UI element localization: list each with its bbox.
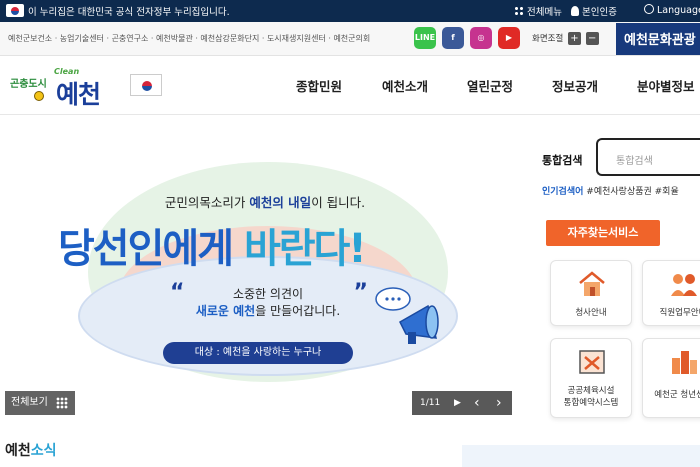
site-header: 곤충도시 Clean 예천 종합민원 예천소개 열린군정 정보공개 분야별정보	[0, 57, 700, 115]
related-sites-links[interactable]: 예천군보건소 · 농업기술센터 · 곤충연구소 · 예천박물관 · 예천삼강문화…	[8, 33, 370, 44]
quote-close-mark: ”	[353, 280, 368, 305]
pager-count: 1/11	[420, 398, 441, 408]
language-link[interactable]: Language	[644, 4, 700, 16]
service-building-info[interactable]: 청사안내	[550, 260, 632, 326]
quote-line-1: 소중한 의견이	[232, 287, 304, 301]
nav-open-gov[interactable]: 열린군정	[467, 76, 513, 95]
instagram-icon[interactable]: ◎	[470, 27, 492, 49]
grid-icon	[514, 6, 524, 16]
auth-link[interactable]: 본인인증	[571, 4, 617, 18]
gov-banner-text: 이 누리집은 대한민국 공식 전자정부 누리집입니다.	[28, 7, 230, 18]
building-icon	[579, 271, 605, 296]
globe-icon	[644, 4, 654, 14]
banner-target-pill: 대상 : 예천을 사랑하는 누구나	[163, 342, 353, 364]
next-button[interactable]: ›	[496, 391, 502, 415]
news-section-title: 예천소식	[5, 443, 57, 459]
line-icon[interactable]: LINE	[414, 27, 436, 49]
megaphone-icon	[375, 287, 439, 344]
banner-subtitle: 군민의목소리가 예천의 내일이 됩니다.	[164, 195, 366, 210]
service-youth-center[interactable]: 예천군 청년센터	[642, 338, 700, 418]
zoom-in-button[interactable]: +	[567, 32, 581, 45]
favorite-services-title: 자주찾는서비스	[546, 220, 660, 246]
youtube-icon[interactable]: ▶	[498, 27, 520, 49]
banner-quote: “ ” 소중한 의견이 새로운 예천을 만들어갑니다.	[168, 280, 368, 320]
main-banner[interactable]: 군민의목소리가 예천의 내일이 됩니다. 당선인에게 바란다! “ ” 소중한 …	[0, 116, 530, 421]
facebook-icon[interactable]: f	[442, 27, 464, 49]
quote-open-mark: “	[170, 280, 185, 305]
related-sites-bar: 예천군보건소 · 농업기술센터 · 곤충연구소 · 예천박물관 · 예천삼강문화…	[0, 22, 700, 56]
bee-icon	[34, 91, 44, 101]
nav-field-info[interactable]: 분야별정보	[637, 76, 695, 95]
quote-line-2: 새로운 예천을 만들어갑니다.	[195, 304, 341, 318]
culture-tourism-link[interactable]: 예천문화관광	[616, 23, 700, 55]
service-sports-reservation[interactable]: 공공체육시설 통합예약시스템	[550, 338, 632, 418]
zoom-label: 화면조절	[532, 34, 564, 44]
taegukgi-flag-icon	[130, 74, 162, 96]
zoom-control: 화면조절 + −	[532, 32, 599, 45]
search-panel: 통합검색 통합검색 인기검색어 #예천사랑상품권 #회율 자주찾는서비스 청사안…	[530, 116, 700, 446]
facility-icon	[579, 350, 605, 374]
zoom-out-button[interactable]: −	[585, 32, 599, 45]
person-icon	[571, 6, 579, 16]
grid-icon	[56, 397, 68, 409]
banner-headline: 당선인에게 바란다!	[58, 226, 367, 272]
staff-icon	[671, 274, 697, 296]
gov-banner: 이 누리집은 대한민국 공식 전자정부 누리집입니다. 전체메뉴 본인인증 La…	[0, 0, 700, 22]
search-input[interactable]: 통합검색	[596, 138, 700, 176]
view-all-button[interactable]: 전체보기	[5, 391, 75, 415]
site-logo[interactable]: 곤충도시 Clean 예천	[10, 65, 120, 109]
nav-info-disclosure[interactable]: 정보공개	[552, 76, 598, 95]
city-icon	[672, 351, 697, 374]
service-staff-info[interactable]: 직원업무안내	[642, 260, 700, 326]
popular-keywords: 인기검색어 #예천사랑상품권 #회율	[542, 187, 679, 197]
banner-pager: 1/11 ▶ ‹ ›	[412, 391, 512, 415]
korea-flag-icon	[6, 4, 24, 17]
search-label: 통합검색	[542, 154, 583, 167]
logo-tagline: 곤충도시	[10, 79, 47, 90]
play-button[interactable]: ▶	[454, 391, 461, 415]
nav-about[interactable]: 예천소개	[382, 76, 428, 95]
prev-button[interactable]: ‹	[474, 391, 480, 415]
logo-title: 예천	[56, 80, 101, 109]
all-menu-link[interactable]: 전체메뉴	[514, 4, 562, 18]
news-panel	[462, 445, 700, 467]
nav-civil-service[interactable]: 종합민원	[296, 76, 342, 95]
